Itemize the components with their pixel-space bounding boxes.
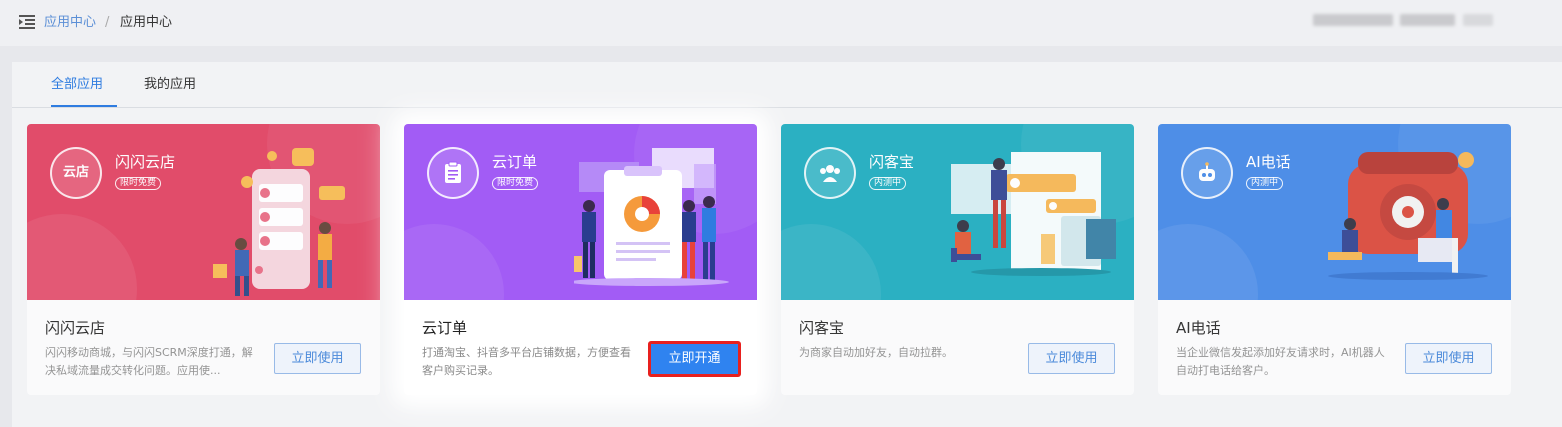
app-badge: 内测中	[869, 177, 907, 190]
app-banner-name: 闪客宝	[869, 153, 915, 171]
app-card-banner: 云订单 限时免费	[404, 124, 757, 300]
app-card-banner: 云店 闪闪云店 限时免费	[27, 124, 380, 300]
breadcrumb-current: 应用中心	[120, 15, 173, 30]
use-now-button[interactable]: 立即使用	[274, 343, 361, 374]
app-banner-name: 闪闪云店	[115, 153, 176, 171]
breadcrumb-separator: /	[105, 15, 110, 30]
app-description: 当企业微信发起添加好友请求时，AI机器人自动打电话给客户。	[1176, 346, 1385, 377]
shopping-illustration-icon	[213, 148, 345, 296]
app-badge: 限时免费	[492, 177, 539, 190]
app-description: 打通淘宝、抖音多平台店铺数据，方便查看客户购买记录。	[422, 346, 631, 377]
network-illustration-icon	[951, 152, 1116, 276]
menu-fold-icon[interactable]	[19, 15, 35, 29]
user-info-blurred	[1463, 14, 1493, 26]
telephone-illustration-icon	[1328, 152, 1488, 280]
app-title: 闪客宝	[799, 319, 845, 337]
app-card-cloud-order: 云订单 限时免费 云订单 打通淘宝、抖音多平台店铺数据，方便查看客户购买记录。 …	[404, 124, 757, 395]
app-badge: 限时免费	[115, 177, 162, 190]
breadcrumb-parent[interactable]: 应用中心	[44, 14, 96, 32]
group-icon	[804, 147, 856, 199]
activate-now-button[interactable]: 立即开通	[648, 341, 741, 377]
store-logo-icon: 云店	[50, 147, 102, 199]
app-card-ai-phone: AI电话 内测中 AI电话 当企业微信发起添加好友请求时，AI机器人自动打电话给…	[1158, 124, 1511, 395]
app-banner-name: 云订单	[492, 153, 538, 171]
app-description: 闪闪移动商城，与闪闪SCRM深度打通，解决私域流量成交转化问题。应用使...	[45, 346, 253, 377]
app-badge: 内测中	[1246, 177, 1284, 190]
app-card-banner: 闪客宝 内测中	[781, 124, 1134, 300]
top-bar: 应用中心 / 应用中心	[0, 0, 1562, 46]
tab-bar: 全部应用 我的应用	[12, 62, 1562, 108]
robot-icon	[1181, 147, 1233, 199]
app-description: 为商家自动加好友，自动拉群。	[799, 346, 953, 359]
active-tab-indicator	[51, 105, 117, 107]
app-card-shanshan-store: 云店 闪闪云店 限时免费 闪闪云店 闪闪移动商城，与闪闪SCRM深度打通，解决私…	[27, 124, 380, 395]
app-title: 云订单	[422, 319, 468, 337]
tab-my-apps[interactable]: 我的应用	[144, 76, 196, 94]
clipboard-icon	[427, 147, 479, 199]
use-now-button[interactable]: 立即使用	[1028, 343, 1115, 374]
tab-all-apps[interactable]: 全部应用	[51, 76, 103, 94]
user-info-blurred	[1400, 14, 1455, 26]
app-title: 闪闪云店	[45, 319, 106, 337]
app-card-banner: AI电话 内测中	[1158, 124, 1511, 300]
user-info-blurred	[1313, 14, 1393, 26]
report-illustration-icon	[574, 148, 729, 286]
use-now-button[interactable]: 立即使用	[1405, 343, 1492, 374]
app-card-shanke-bao: 闪客宝 内测中 闪客宝 为商家自动加好友，自动拉群。 立即使用	[781, 124, 1134, 395]
app-banner-name: AI电话	[1246, 153, 1291, 171]
app-title: AI电话	[1176, 319, 1221, 337]
